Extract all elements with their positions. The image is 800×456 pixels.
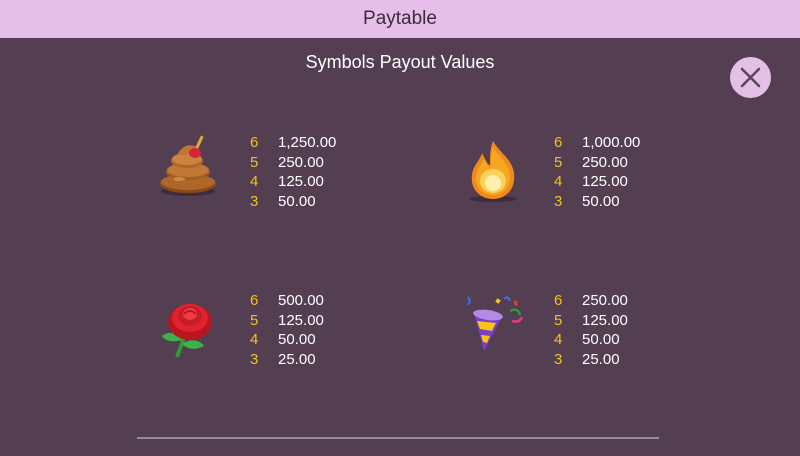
- pay-count: 3: [250, 193, 259, 211]
- poop-paytable: 6 1,250.00 5 250.00 4 125.00 3 50.00: [250, 133, 336, 212]
- pay-row: 6 1,000.00: [554, 133, 640, 153]
- pay-count: 4: [554, 173, 563, 191]
- pay-row: 6 250.00: [554, 291, 628, 311]
- rose-paytable: 6 500.00 5 125.00 4 50.00 3 25.00: [250, 291, 324, 370]
- pay-value: 50.00: [582, 193, 620, 211]
- pay-value: 25.00: [278, 351, 316, 369]
- party-popper-symbol: [462, 293, 528, 359]
- pay-value: 250.00: [582, 153, 628, 171]
- pay-row: 4 125.00: [554, 172, 640, 192]
- pay-value: 125.00: [582, 173, 628, 191]
- pay-row: 3 50.00: [554, 192, 640, 212]
- title-bar: Paytable: [0, 0, 800, 38]
- pay-row: 5 125.00: [250, 311, 324, 331]
- pay-row: 5 250.00: [554, 153, 640, 173]
- poop-icon: [160, 135, 216, 196]
- pay-value: 250.00: [582, 292, 628, 309]
- pay-count: 6: [250, 134, 259, 151]
- party-popper-icon: [467, 296, 524, 351]
- pay-row: 6 1,250.00: [250, 133, 336, 153]
- pay-row: 5 250.00: [250, 153, 336, 173]
- pay-row: 3 25.00: [554, 350, 628, 370]
- pay-row: 5 125.00: [554, 311, 628, 331]
- pay-count: 3: [554, 193, 563, 211]
- pay-row: 3 50.00: [250, 192, 336, 212]
- paytable-subtitle: Symbols Payout Values: [305, 52, 495, 72]
- divider: [137, 437, 659, 439]
- rose-icon: [162, 304, 212, 358]
- fire-icon: [469, 141, 517, 202]
- pay-row: 4 125.00: [250, 172, 336, 192]
- pay-count: 6: [554, 134, 563, 151]
- pay-value: 125.00: [278, 173, 324, 191]
- pay-count: 6: [554, 292, 563, 309]
- pay-value: 125.00: [278, 311, 324, 329]
- pay-value: 250.00: [278, 153, 324, 171]
- pay-count: 4: [554, 331, 563, 349]
- pay-value: 25.00: [582, 351, 620, 369]
- pay-count: 6: [250, 292, 259, 309]
- poop-symbol: [155, 133, 221, 199]
- pay-row: 4 50.00: [554, 330, 628, 350]
- pay-value: 500.00: [278, 292, 324, 309]
- pay-value: 50.00: [278, 193, 316, 211]
- pay-row: 6 500.00: [250, 291, 324, 311]
- close-icon: [740, 67, 761, 88]
- close-button[interactable]: [730, 57, 771, 98]
- pay-value: 1,000.00: [582, 134, 641, 151]
- pay-count: 5: [554, 311, 563, 329]
- page-title: Paytable: [363, 8, 437, 29]
- pay-count: 3: [250, 351, 259, 369]
- pay-value: 1,250.00: [278, 134, 337, 151]
- pay-count: 5: [554, 153, 563, 171]
- pay-count: 4: [250, 331, 259, 349]
- pay-count: 3: [554, 351, 563, 369]
- pay-row: 4 50.00: [250, 330, 324, 350]
- pay-value: 125.00: [582, 311, 628, 329]
- pay-count: 5: [250, 153, 259, 171]
- pay-value: 50.00: [278, 331, 316, 349]
- pay-count: 4: [250, 173, 259, 191]
- pay-count: 5: [250, 311, 259, 329]
- pay-row: 3 25.00: [250, 350, 324, 370]
- fire-paytable: 6 1,000.00 5 250.00 4 125.00 3 50.00: [554, 133, 640, 212]
- pay-value: 50.00: [582, 331, 620, 349]
- party-popper-paytable: 6 250.00 5 125.00 4 50.00 3 25.00: [554, 291, 628, 370]
- fire-symbol: [460, 137, 526, 203]
- rose-symbol: [156, 296, 222, 362]
